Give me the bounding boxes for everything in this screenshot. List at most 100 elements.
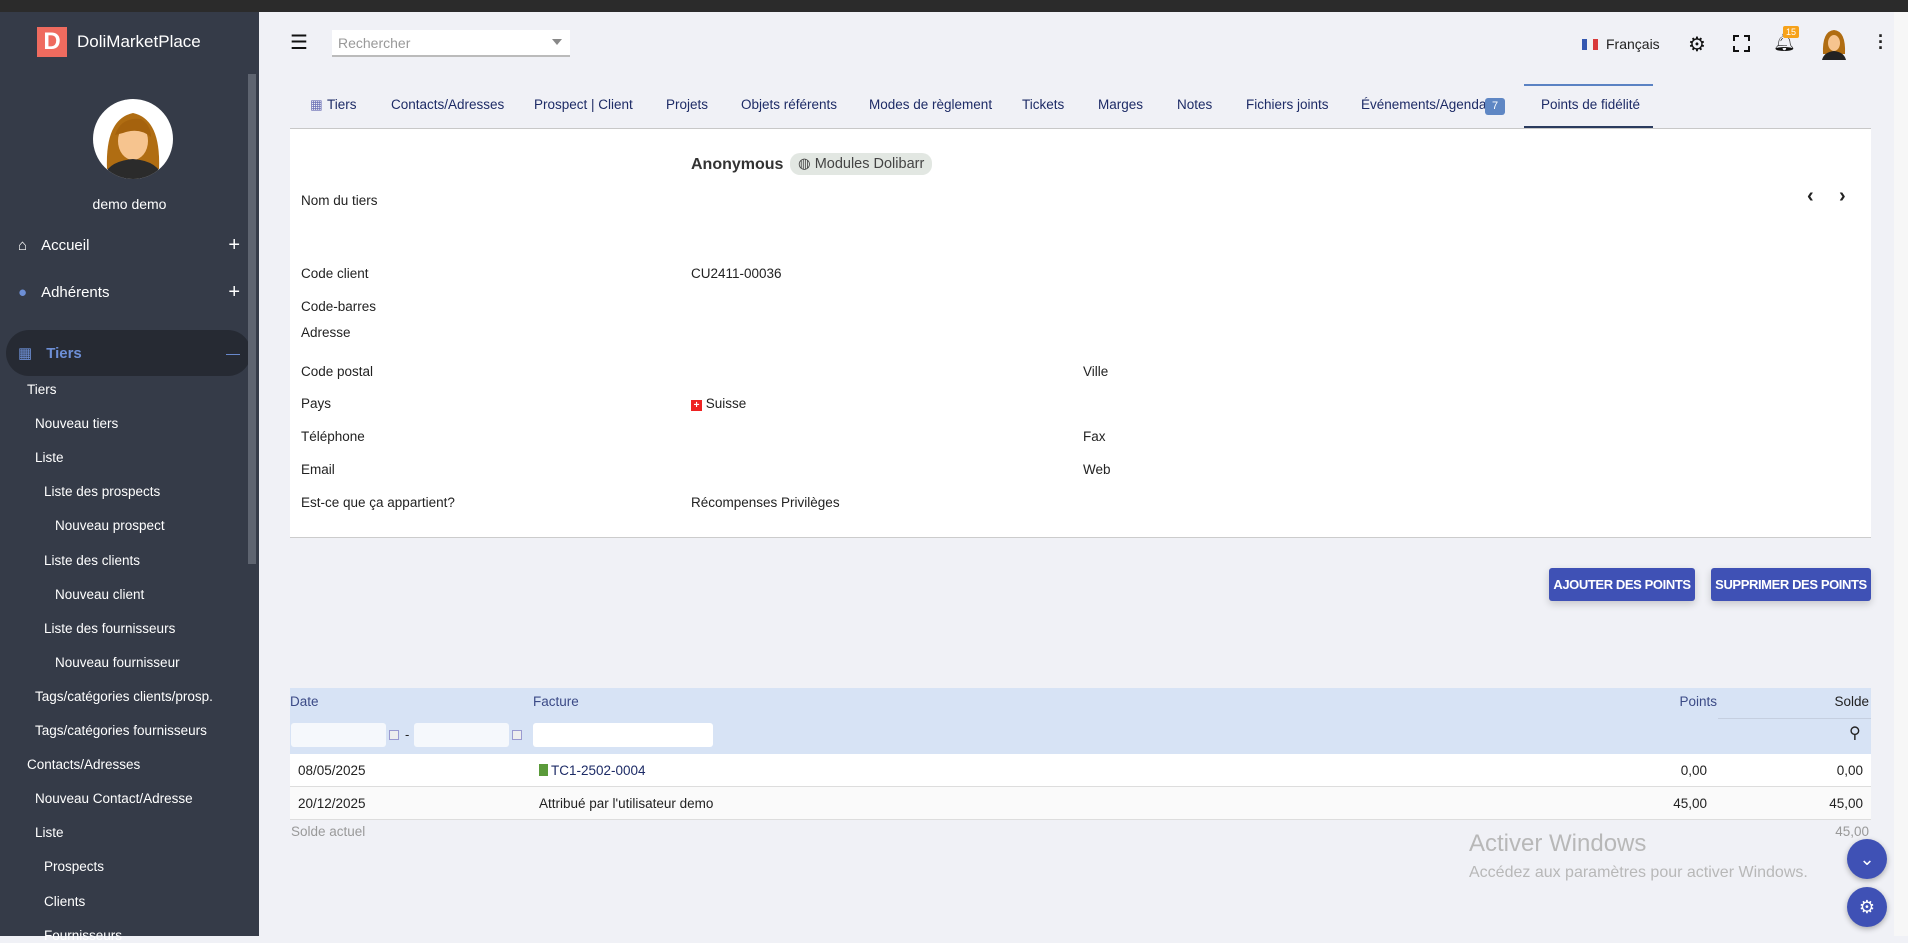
- menu-tiers[interactable]: ▦ Tiers —: [18, 330, 240, 376]
- page-scrollbar[interactable]: [1894, 12, 1908, 936]
- row-date: 20/12/2025: [298, 796, 366, 811]
- row-points: 0,00: [1680, 763, 1707, 778]
- tab-item[interactable]: Contacts/Adresses: [391, 97, 504, 112]
- remove-points-button[interactable]: SUPPRIMER DES POINTS: [1711, 568, 1871, 601]
- label-town: Ville: [1083, 364, 1109, 379]
- building-icon: ▦: [18, 345, 33, 362]
- invoice-filter-input[interactable]: [533, 723, 713, 747]
- tab-item[interactable]: Objets référents: [741, 97, 837, 112]
- row-points: 45,00: [1673, 796, 1707, 811]
- tab-item[interactable]: Marges: [1098, 97, 1143, 112]
- notification-badge: 15: [1783, 26, 1800, 38]
- menu-label: Accueil: [41, 237, 90, 254]
- submenu-item[interactable]: Liste des fournisseurs: [44, 621, 175, 636]
- submenu-item[interactable]: Clients: [44, 894, 85, 909]
- tab-item[interactable]: Fichiers joints: [1246, 97, 1329, 112]
- app-name[interactable]: DoliMarketPlace: [77, 32, 201, 52]
- date-from-input[interactable]: [291, 723, 386, 747]
- scroll-down-button[interactable]: ⌄: [1847, 839, 1887, 879]
- table-row: 20/12/2025 Attribué par l'utilisateur de…: [290, 787, 1871, 820]
- submenu-item[interactable]: Prospects: [44, 859, 104, 874]
- browser-top-bar: [0, 0, 1908, 12]
- column-points[interactable]: Points: [1600, 694, 1717, 709]
- label-code-client: Code client: [301, 266, 369, 281]
- chevron-down-icon: [552, 39, 562, 45]
- user-name: demo demo: [92, 196, 167, 212]
- search-placeholder: Rechercher: [338, 35, 411, 51]
- column-date[interactable]: Date: [290, 694, 319, 709]
- invoice-link[interactable]: TC1-2502-0004: [539, 763, 646, 778]
- submenu-item[interactable]: Liste des prospects: [44, 484, 160, 499]
- submenu-item[interactable]: Nouveau prospect: [55, 518, 165, 533]
- tab-item[interactable]: Tickets: [1022, 97, 1064, 112]
- submenu-item[interactable]: Nouveau Contact/Adresse: [35, 791, 193, 806]
- submenu-item[interactable]: Liste: [35, 450, 64, 465]
- submenu-item[interactable]: Tags/catégories fournisseurs: [35, 723, 207, 738]
- row-description: Attribué par l'utilisateur demo: [539, 796, 714, 811]
- tab-item[interactable]: Tiers: [327, 97, 357, 112]
- submenu-item[interactable]: Nouveau fournisseur: [55, 655, 180, 670]
- value-code-client: CU2411-00036: [691, 266, 782, 281]
- language-selector[interactable]: Français: [1606, 36, 1660, 52]
- submenu-item[interactable]: Tags/catégories clients/prosp.: [35, 689, 213, 704]
- value-belongs: Récompenses Privilèges: [691, 495, 840, 510]
- label-name: Nom du tiers: [301, 193, 378, 208]
- submenu-item[interactable]: Contacts/Adresses: [27, 757, 140, 772]
- collapse-icon[interactable]: —: [226, 345, 240, 361]
- hamburger-menu-icon[interactable]: ☰: [290, 30, 308, 55]
- windows-watermark-subtitle: Accédez aux paramètres pour activer Wind…: [1469, 864, 1808, 881]
- submenu-item[interactable]: Nouveau client: [55, 587, 144, 602]
- submenu-item[interactable]: Tiers: [27, 382, 57, 397]
- fullscreen-icon[interactable]: [1733, 35, 1750, 52]
- calendar-icon[interactable]: [389, 730, 399, 740]
- settings-fab-button[interactable]: ⚙: [1847, 887, 1887, 927]
- expand-icon[interactable]: +: [228, 234, 240, 257]
- more-vertical-icon[interactable]: · · ·: [1878, 27, 1884, 57]
- label-email: Email: [301, 462, 335, 477]
- label-address: Adresse: [301, 325, 351, 340]
- current-balance-label: Solde actuel: [291, 824, 366, 839]
- row-balance: 45,00: [1829, 796, 1863, 811]
- home-icon: ⌂: [18, 237, 28, 254]
- submenu-item[interactable]: Nouveau tiers: [35, 416, 118, 431]
- submenu-item[interactable]: Liste des clients: [44, 553, 140, 568]
- row-date: 08/05/2025: [298, 763, 366, 778]
- date-to-input[interactable]: [414, 723, 509, 747]
- current-balance-value: 45,00: [1835, 824, 1869, 839]
- tab-item[interactable]: Notes: [1177, 97, 1212, 112]
- row-balance: 0,00: [1836, 763, 1863, 778]
- value-country: + Suisse: [691, 396, 746, 411]
- label-belongs: Est-ce que ça appartient?: [301, 495, 455, 510]
- menu-accueil[interactable]: ⌂ Accueil +: [18, 234, 240, 257]
- table-row: 08/05/2025 TC1-2502-0004 0,00 0,00: [290, 754, 1871, 787]
- tab-item[interactable]: Prospect | Client: [534, 97, 633, 112]
- expand-icon[interactable]: +: [228, 281, 240, 304]
- calendar-icon[interactable]: [512, 730, 522, 740]
- search-icon[interactable]: ⚲: [1849, 723, 1861, 743]
- add-points-button[interactable]: AJOUTER DES POINTS: [1549, 568, 1695, 601]
- column-balance[interactable]: Solde: [1760, 694, 1869, 709]
- chevron-down-icon: ⌄: [1859, 849, 1875, 869]
- tab-item[interactable]: Points de fidélité: [1541, 97, 1640, 112]
- user-avatar[interactable]: [93, 99, 173, 179]
- french-flag-icon: [1582, 39, 1598, 50]
- next-record-icon[interactable]: ›: [1839, 185, 1846, 208]
- sidebar-scrollbar[interactable]: [248, 74, 256, 564]
- gear-icon[interactable]: ⚙: [1688, 32, 1706, 57]
- menu-adherents[interactable]: ● Adhérents +: [18, 281, 240, 304]
- column-invoice[interactable]: Facture: [533, 694, 579, 709]
- search-select[interactable]: Rechercher: [332, 30, 570, 57]
- date-range-separator: -: [405, 727, 410, 742]
- user-icon: ●: [18, 284, 28, 301]
- category-tag[interactable]: ◍ Modules Dolibarr: [790, 153, 933, 175]
- tab-item[interactable]: Modes de règlement: [869, 97, 992, 112]
- header-divider: [1718, 718, 1871, 719]
- user-avatar-small[interactable]: [1820, 28, 1848, 60]
- submenu-item[interactable]: Fournisseurs: [44, 928, 122, 943]
- previous-record-icon[interactable]: ‹: [1807, 185, 1814, 208]
- swiss-flag-icon: +: [691, 400, 702, 411]
- label-fax: Fax: [1083, 429, 1106, 444]
- tab-item[interactable]: Événements/Agenda: [1361, 97, 1486, 112]
- tab-item[interactable]: Projets: [666, 97, 708, 112]
- submenu-item[interactable]: Liste: [35, 825, 64, 840]
